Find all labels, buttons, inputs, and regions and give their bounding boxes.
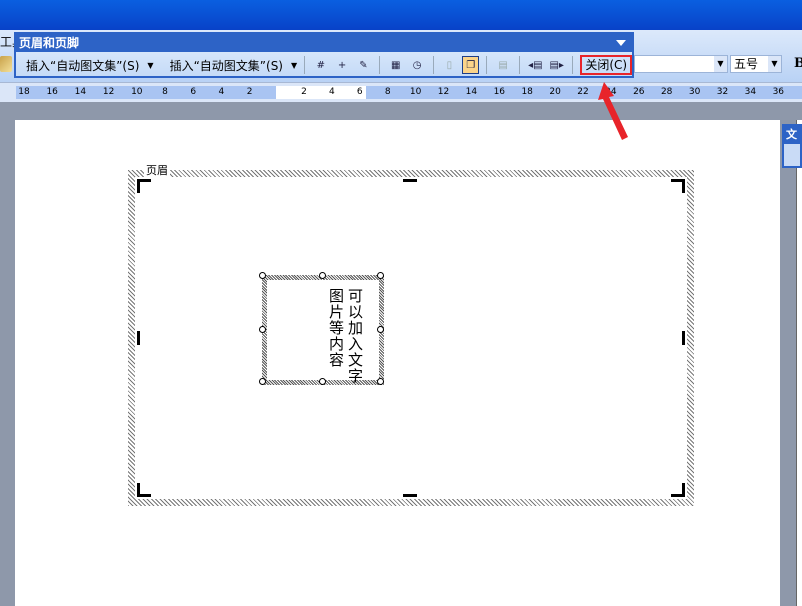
same-as-previous-icon[interactable]: ▤ xyxy=(494,56,511,74)
page-edge xyxy=(796,120,802,606)
separator xyxy=(432,56,434,74)
ruler-tick: 16 xyxy=(493,87,506,97)
chevron-down-icon[interactable]: ▼ xyxy=(768,56,781,72)
separator xyxy=(486,56,488,74)
ruler-tick: 6 xyxy=(356,87,363,97)
ruler-tick: 4 xyxy=(218,87,225,97)
separator xyxy=(572,56,574,74)
ruler-tick: 18 xyxy=(18,87,30,97)
textbox-text-line-1[interactable]: 可以加入文字 xyxy=(345,288,366,384)
show-previous-icon[interactable]: ◂▤ xyxy=(527,56,544,74)
ruler-tick: 18 xyxy=(521,87,533,97)
textbox-resize-handle[interactable] xyxy=(377,326,384,333)
font-size-value: 五号 xyxy=(734,57,759,71)
resize-handle[interactable] xyxy=(403,494,417,497)
corner-mark xyxy=(137,483,151,497)
font-size-box[interactable]: 五号 ▼ xyxy=(730,55,782,73)
insert-date-icon[interactable]: ▦ xyxy=(387,56,404,74)
font-name-box[interactable]: ▼ xyxy=(634,55,728,73)
corner-mark xyxy=(137,179,151,193)
floating-toolbar-title: 文 xyxy=(786,128,797,141)
chevron-down-icon: ▼ xyxy=(147,60,154,70)
resize-handle[interactable] xyxy=(403,179,417,182)
ruler-tick: 28 xyxy=(660,87,673,97)
horizontal-ruler[interactable]: 18 16 14 12 10 8 6 4 2 2 4 6 8 10 12 14 16 18 20 22 24 26 28 30… xyxy=(0,82,802,102)
header-label: 页眉 xyxy=(144,162,170,178)
textbox-resize-handle[interactable] xyxy=(259,326,266,333)
chevron-down-icon: ▼ xyxy=(291,60,298,70)
format-painter-icon[interactable] xyxy=(0,56,12,72)
insert-autotext-button-2[interactable]: 插入“自动图文集”(S) xyxy=(166,57,287,74)
toolbar-title-bar[interactable]: 页眉和页脚 xyxy=(16,34,632,52)
insert-page-number-icon[interactable]: # xyxy=(312,56,329,74)
ruler-tick: 32 xyxy=(716,87,729,97)
corner-mark xyxy=(671,483,685,497)
textbox-resize-handle[interactable] xyxy=(259,378,266,385)
textbox-resize-handle[interactable] xyxy=(377,378,384,385)
insert-time-icon[interactable]: ◷ xyxy=(408,56,425,74)
ruler-tick: 26 xyxy=(633,87,645,97)
resize-handle[interactable] xyxy=(682,331,685,345)
textbox-resize-handle[interactable] xyxy=(259,272,266,279)
ruler-tick: 14 xyxy=(74,87,87,97)
format-page-number-icon[interactable]: ✎ xyxy=(355,56,372,74)
resize-handle[interactable] xyxy=(137,331,140,345)
ruler-tick: 16 xyxy=(46,87,58,97)
insert-page-count-icon[interactable]: + xyxy=(333,56,350,74)
title-bar xyxy=(0,0,802,30)
ruler-tick: 4 xyxy=(329,87,335,97)
show-next-icon[interactable]: ▤▸ xyxy=(548,56,565,74)
ruler-tick: 10 xyxy=(409,87,422,97)
toolbar-title: 页眉和页脚 xyxy=(19,36,80,50)
ruler-tick: 2 xyxy=(301,87,307,97)
ruler-tick: 12 xyxy=(102,87,115,97)
corner-mark xyxy=(671,179,685,193)
page-setup-icon[interactable]: ▯ xyxy=(441,56,458,74)
floating-toolbar[interactable]: 文 xyxy=(782,124,802,168)
toolbar-options-icon[interactable] xyxy=(616,40,626,46)
textbox-resize-handle[interactable] xyxy=(319,378,326,385)
separator xyxy=(304,56,306,74)
bold-button[interactable]: B xyxy=(794,56,802,71)
ruler-tick: 10 xyxy=(131,87,143,97)
textbox-resize-handle[interactable] xyxy=(377,272,384,279)
ruler-tick: 34 xyxy=(744,87,757,97)
ruler-tick: 30 xyxy=(688,87,701,97)
ruler-tick: 8 xyxy=(162,87,168,97)
show-hide-document-text-icon[interactable]: ❐ xyxy=(462,56,480,74)
ruler-tick: 22 xyxy=(577,87,589,97)
ruler-tick: 12 xyxy=(437,87,450,97)
header-area[interactable] xyxy=(128,170,694,506)
separator xyxy=(379,56,381,74)
ruler-tick: 24 xyxy=(605,87,617,97)
ruler-tick: 14 xyxy=(465,87,478,97)
ruler-tick: 8 xyxy=(384,87,391,97)
paragraph-mark: ↵ xyxy=(332,355,340,365)
insert-autotext-button[interactable]: 插入“自动图文集”(S) xyxy=(22,57,143,74)
ruler-tick: 20 xyxy=(549,87,561,97)
close-header-footer-button[interactable]: 关闭(C) xyxy=(580,55,633,75)
ruler-tick: 2 xyxy=(246,87,253,97)
separator xyxy=(518,56,520,74)
ruler-tick: 36 xyxy=(772,87,785,97)
textbox-resize-handle[interactable] xyxy=(319,272,326,279)
chevron-down-icon[interactable]: ▼ xyxy=(714,56,727,72)
header-footer-toolbar: 页眉和页脚 插入“自动图文集”(S) ▼ 插入“自动图文集”(S) ▼ # + ✎ … xyxy=(14,32,634,78)
ruler-tick: 6 xyxy=(190,87,197,97)
ruler-text-area xyxy=(276,86,366,99)
